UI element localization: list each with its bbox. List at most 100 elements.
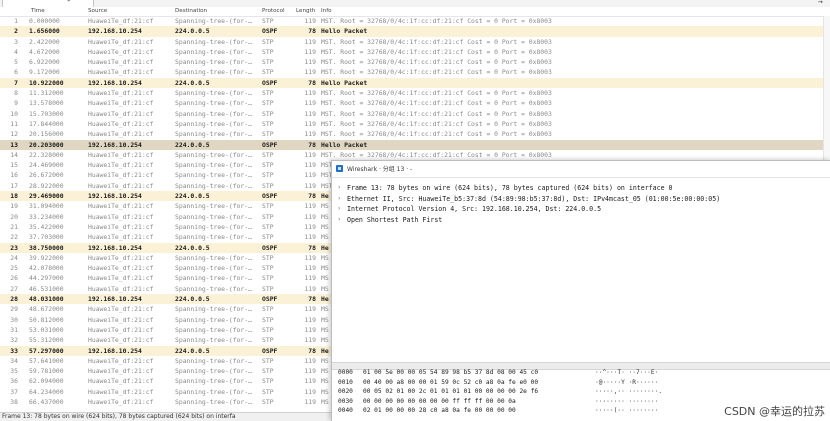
packet-destination: 224.0.0.5 [175, 346, 210, 355]
packet-length: 119 [304, 161, 316, 170]
packet-info: MS [321, 284, 329, 293]
hex-offset: 0040 [338, 407, 353, 414]
packet-time: 53.031000 [29, 325, 64, 334]
packet-row[interactable]: 1 0.000000 HuaweiTe_df:21:cf Spanning-tree-… [0, 16, 830, 26]
packet-length: 119 [304, 89, 316, 98]
packet-length: 119 [304, 397, 316, 406]
packet-row[interactable]: 12 20.156000 HuaweiTe_df:21:cf Spanning-tre… [0, 129, 830, 139]
apply-filter-arrow-icon[interactable]: → [818, 0, 823, 6]
packet-length: 119 [304, 212, 316, 221]
packet-number: 3 [14, 37, 18, 46]
expand-chevron-icon[interactable]: › [338, 183, 340, 194]
packet-destination: Spanning-tree-(for-… [175, 181, 252, 190]
packet-time: 11.312000 [29, 89, 64, 98]
packet-time: 39.922000 [29, 253, 64, 262]
packet-destination: 224.0.0.5 [175, 243, 210, 252]
packet-protocol: OSPF [262, 27, 278, 36]
col-protocol[interactable]: Protocol [262, 8, 285, 14]
packet-info: He [321, 346, 329, 355]
packet-destination: 224.0.0.5 [175, 78, 210, 87]
packet-number: 1 [14, 17, 18, 25]
packet-time: 13.578000 [29, 99, 64, 108]
packet-number: 38 [10, 397, 18, 406]
packet-number: 10 [10, 109, 18, 118]
tree-item-ospf[interactable]: › Open Shortest Path First [332, 215, 830, 226]
packet-number: 13 [10, 140, 18, 149]
detail-titlebar[interactable]: Wireshark · 分组 13 · - [332, 161, 830, 178]
packet-source: HuaweiTe_df:21:cf [88, 58, 154, 67]
wireshark-icon [336, 165, 343, 172]
col-source[interactable]: Source [88, 8, 107, 14]
packet-info: He [321, 243, 329, 252]
packet-time: 46.531000 [29, 284, 64, 293]
packet-info: MS [321, 274, 329, 283]
tree-item-ipv4[interactable]: › Internet Protocol Version 4, Src: 192.… [332, 204, 830, 215]
packet-length: 119 [304, 181, 316, 190]
packet-info: MST. Root = 32768/0/4c:1f:cc:df:21:cf Co… [321, 58, 552, 67]
packet-protocol: STP [262, 99, 274, 108]
col-info[interactable]: Info [321, 8, 332, 14]
packet-info: MS [321, 367, 329, 376]
packet-row[interactable]: 5 6.922000 HuaweiTe_df:21:cf Spanning-tree-… [0, 57, 830, 67]
tree-item-ethernet[interactable]: › Ethernet II, Src: HuaweiTe_b5:37:8d (5… [332, 194, 830, 205]
packet-row-selected[interactable]: 13 20.203000 192.168.10.254 224.0.0.5 OSPF 78… [0, 139, 830, 150]
packet-number: 21 [10, 222, 18, 231]
col-length[interactable]: Length [296, 8, 315, 14]
packet-number: 25 [10, 264, 18, 273]
packet-number: 28 [10, 295, 18, 304]
packet-destination: Spanning-tree-(for-… [175, 274, 252, 283]
packet-row[interactable]: 2 1.656000 192.168.10.254 224.0.0.5 OSPF 78 He… [0, 26, 830, 37]
packet-row[interactable]: 6 9.172000 HuaweiTe_df:21:cf Spanning-tree-… [0, 67, 830, 77]
col-time[interactable]: Time [31, 8, 45, 14]
packet-source: 192.168.10.254 [88, 192, 142, 201]
packet-destination: Spanning-tree-(for-… [175, 171, 252, 180]
expand-chevron-icon[interactable]: › [338, 215, 340, 226]
packet-number: 8 [14, 89, 18, 98]
packet-source: HuaweiTe_df:21:cf [88, 264, 154, 273]
packet-source: HuaweiTe_df:21:cf [88, 377, 154, 386]
packet-number: 16 [10, 171, 18, 180]
packet-info: MST. Root = 32768/0/4c:1f:cc:df:21:cf Co… [321, 109, 552, 118]
packet-row[interactable]: 10 15.703000 HuaweiTe_df:21:cf Spanning-tre… [0, 109, 830, 119]
tree-item-frame[interactable]: › Frame 13: 78 bytes on wire (624 bits),… [332, 183, 830, 194]
packet-source: HuaweiTe_df:21:cf [88, 274, 154, 283]
packet-destination: 224.0.0.5 [175, 27, 210, 36]
packet-time: 42.078000 [29, 264, 64, 273]
packet-row[interactable]: 4 4.672000 HuaweiTe_df:21:cf Spanning-tree-… [0, 47, 830, 57]
packet-number: 14 [10, 150, 18, 159]
packet-number: 17 [10, 181, 18, 190]
packet-row[interactable]: 7 10.922000 192.168.10.254 224.0.0.5 OSPF 78 H… [0, 77, 830, 89]
packet-destination: Spanning-tree-(for-… [175, 89, 252, 98]
packet-time: 29.469000 [29, 192, 64, 201]
packet-row[interactable]: 3 2.422000 HuaweiTe_df:21:cf Spanning-tree-… [0, 37, 830, 47]
packet-info: MST. Root = 32768/0/4c:1f:cc:df:21:cf Co… [321, 68, 552, 77]
packet-protocol: OSPF [262, 78, 278, 87]
packet-row[interactable]: 14 22.328000 HuaweiTe_df:21:cf Spanning-tre… [0, 150, 830, 160]
hex-line[interactable]: 0010 00 40 00 a8 00 00 01 59 0c 52 c0 a8… [332, 378, 830, 388]
packet-time: 48.031000 [29, 295, 64, 304]
packet-info: MST. Root = 32768/0/4c:1f:cc:df:21:cf Co… [321, 89, 552, 98]
packet-number: 5 [14, 58, 18, 67]
packet-length: 119 [304, 253, 316, 262]
hex-line[interactable]: 0000 01 00 5e 00 00 05 54 89 98 b5 37 8d… [332, 368, 830, 378]
packet-number: 23 [10, 243, 18, 252]
packet-destination: Spanning-tree-(for-… [175, 222, 252, 231]
packet-row[interactable]: 9 13.578000 HuaweiTe_df:21:cf Spanning-tree… [0, 98, 830, 108]
packet-protocol: STP [262, 150, 274, 159]
packet-destination: Spanning-tree-(for-… [175, 161, 252, 170]
expand-chevron-icon[interactable]: › [338, 204, 340, 215]
packet-row[interactable]: 11 17.844000 HuaweiTe_df:21:cf Spanning-tre… [0, 119, 830, 129]
packet-row[interactable]: 8 11.312000 HuaweiTe_df:21:cf Spanning-tree… [0, 88, 830, 98]
packet-destination: Spanning-tree-(for-… [175, 99, 252, 108]
hex-line[interactable]: 0020 00 05 02 01 00 2c 01 01 01 01 00 00… [332, 387, 830, 397]
packet-number: 31 [10, 325, 18, 334]
packet-length: 119 [304, 264, 316, 273]
col-destination[interactable]: Destination [175, 8, 207, 14]
packet-source: HuaweiTe_df:21:cf [88, 119, 154, 128]
packet-source: HuaweiTe_df:21:cf [88, 130, 154, 139]
packet-number: 4 [14, 47, 18, 56]
packet-source: HuaweiTe_df:21:cf [88, 284, 154, 293]
expand-chevron-icon[interactable]: › [338, 194, 340, 205]
packet-protocol: STP [262, 119, 274, 128]
packet-protocol: STP [262, 367, 274, 376]
